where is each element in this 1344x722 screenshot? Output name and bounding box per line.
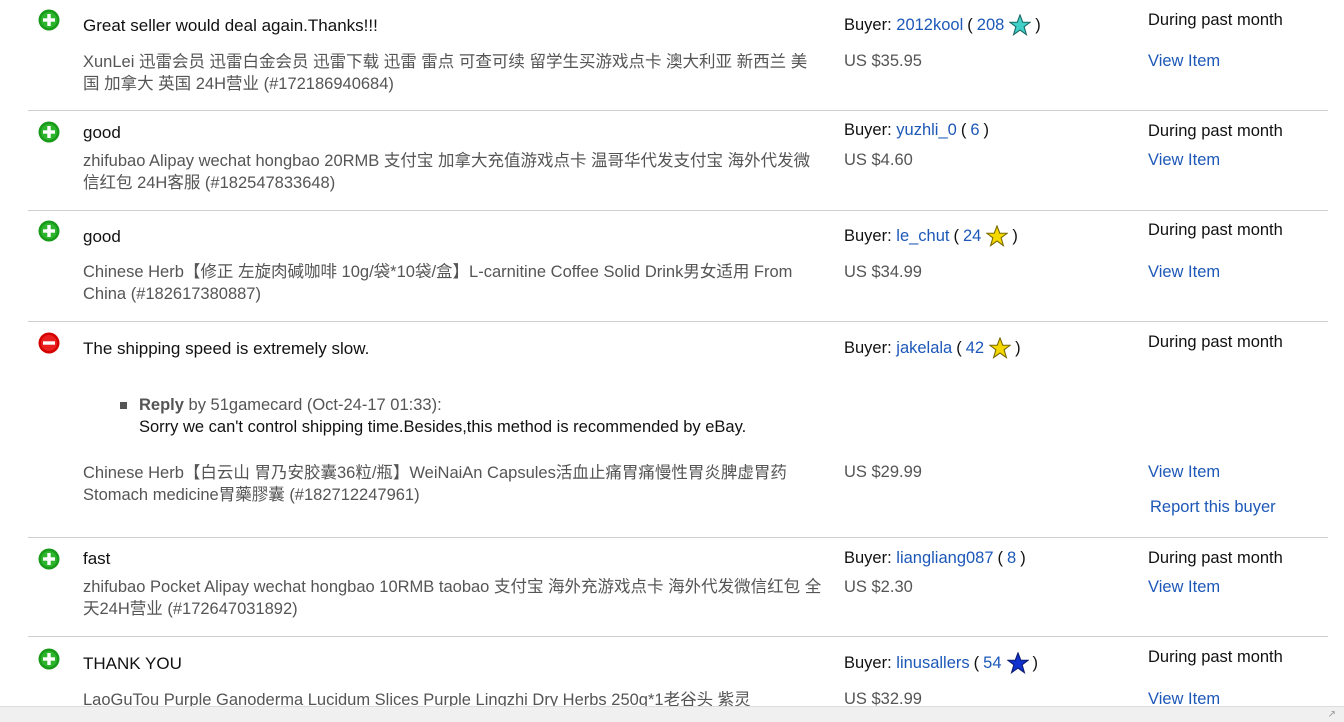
- feedback-period: During past month: [1148, 122, 1283, 140]
- feedback-comment: fast: [83, 549, 111, 568]
- reply-meta: by 51gamecard (Oct-24-17 01:33):: [188, 396, 442, 414]
- buyer-link[interactable]: linusallers: [896, 654, 969, 673]
- view-item-link[interactable]: View Item: [1148, 263, 1220, 282]
- buyer-label: Buyer:: [844, 338, 892, 357]
- reply-text: Sorry we can't control shipping time.Bes…: [139, 418, 747, 436]
- feedback-score-link[interactable]: 54: [983, 654, 1001, 673]
- view-item-link[interactable]: View Item: [1148, 52, 1220, 71]
- positive-feedback-icon: [38, 121, 60, 143]
- item-title: zhifubao Alipay wechat hongbao 20RMB 支付宝…: [83, 152, 811, 192]
- feedback-score-link[interactable]: 6: [970, 121, 979, 140]
- item-price: US $2.30: [844, 578, 913, 596]
- item-title: XunLei 迅雷会员 迅雷白金会员 迅雷下载 迅雷 雷点 可查可续 留学生买游…: [83, 53, 808, 93]
- feedback-list: Great seller would deal again.Thanks!!! …: [0, 0, 1344, 706]
- item-price: US $4.60: [844, 151, 913, 169]
- positive-feedback-icon: [38, 648, 60, 670]
- feedback-comment: good: [83, 227, 121, 246]
- buyer-info: Buyer: linusallers(54 ): [844, 652, 1042, 674]
- feedback-comment: Great seller would deal again.Thanks!!!: [83, 16, 378, 35]
- view-item-link[interactable]: View Item: [1148, 578, 1220, 597]
- buyer-label: Buyer:: [844, 653, 892, 672]
- buyer-label: Buyer:: [844, 549, 892, 567]
- view-item-link[interactable]: View Item: [1148, 463, 1220, 482]
- buyer-info: Buyer: liangliang087(8): [844, 549, 1026, 568]
- positive-feedback-icon: [38, 548, 60, 570]
- view-item-link[interactable]: View Item: [1148, 690, 1220, 706]
- feedback-score-link[interactable]: 42: [966, 339, 984, 358]
- buyer-info: Buyer: jakelala(42 ): [844, 337, 1025, 359]
- feedback-row: good zhifubao Alipay wechat hongbao 20RM…: [28, 111, 1328, 211]
- feedback-period: During past month: [1148, 549, 1283, 567]
- feedback-row: The shipping speed is extremely slow. Re…: [28, 322, 1328, 538]
- reply-bullet: [120, 402, 127, 409]
- buyer-link[interactable]: le_chut: [896, 227, 949, 246]
- buyer-link[interactable]: 2012kool: [896, 16, 963, 35]
- item-price: US $32.99: [844, 690, 922, 706]
- buyer-info: Buyer: 2012kool(208 ): [844, 14, 1045, 36]
- buyer-info: Buyer: le_chut(24 ): [844, 225, 1022, 247]
- resize-grip-icon[interactable]: ↗: [1328, 709, 1336, 720]
- status-bar: ↗: [0, 706, 1344, 722]
- report-buyer-link[interactable]: Report this buyer: [1150, 498, 1276, 517]
- positive-feedback-icon: [38, 220, 60, 242]
- buyer-link[interactable]: liangliang087: [896, 549, 993, 568]
- item-price: US $29.99: [844, 463, 922, 481]
- feedback-row: fast zhifubao Pocket Alipay wechat hongb…: [28, 538, 1328, 637]
- buyer-label: Buyer:: [844, 121, 892, 139]
- feedback-row: good Chinese Herb【修正 左旋肉碱咖啡 10g/袋*10袋/盒】…: [28, 211, 1328, 322]
- item-title: LaoGuTou Purple Ganoderma Lucidum Slices…: [83, 691, 751, 706]
- item-title: Chinese Herb【白云山 胃乃安胶囊36粒/瓶】WeiNaiAn Cap…: [83, 464, 787, 504]
- yellow-star-icon[interactable]: [989, 337, 1012, 359]
- buyer-label: Buyer:: [844, 226, 892, 245]
- feedback-period: During past month: [1148, 648, 1283, 666]
- buyer-link[interactable]: jakelala: [896, 339, 952, 358]
- view-item-link[interactable]: View Item: [1148, 151, 1220, 170]
- feedback-row: THANK YOU LaoGuTou Purple Ganoderma Luci…: [28, 637, 1328, 706]
- item-title: zhifubao Pocket Alipay wechat hongbao 10…: [83, 578, 822, 618]
- positive-feedback-icon: [38, 9, 60, 31]
- feedback-period: During past month: [1148, 333, 1283, 351]
- feedback-period: During past month: [1148, 11, 1283, 29]
- feedback-score-link[interactable]: 208: [977, 16, 1005, 35]
- negative-feedback-icon: [38, 332, 60, 354]
- feedback-period: During past month: [1148, 221, 1283, 239]
- item-price: US $35.95: [844, 52, 922, 70]
- item-price: US $34.99: [844, 263, 922, 281]
- buyer-info: Buyer: yuzhli_0(6): [844, 121, 990, 140]
- reply-label: Reply: [139, 396, 184, 414]
- feedback-comment: THANK YOU: [83, 654, 182, 673]
- buyer-link[interactable]: yuzhli_0: [896, 121, 957, 140]
- item-title: Chinese Herb【修正 左旋肉碱咖啡 10g/袋*10袋/盒】L-car…: [83, 263, 793, 303]
- feedback-comment: good: [83, 123, 121, 142]
- yellow-star-icon[interactable]: [986, 225, 1009, 247]
- feedback-score-link[interactable]: 8: [1007, 549, 1016, 568]
- feedback-comment: The shipping speed is extremely slow.: [83, 339, 370, 358]
- turquoise-star-icon[interactable]: [1009, 14, 1032, 36]
- feedback-row: Great seller would deal again.Thanks!!! …: [28, 0, 1328, 111]
- buyer-label: Buyer:: [844, 15, 892, 34]
- blue-star-icon[interactable]: [1006, 652, 1029, 674]
- feedback-score-link[interactable]: 24: [963, 227, 981, 246]
